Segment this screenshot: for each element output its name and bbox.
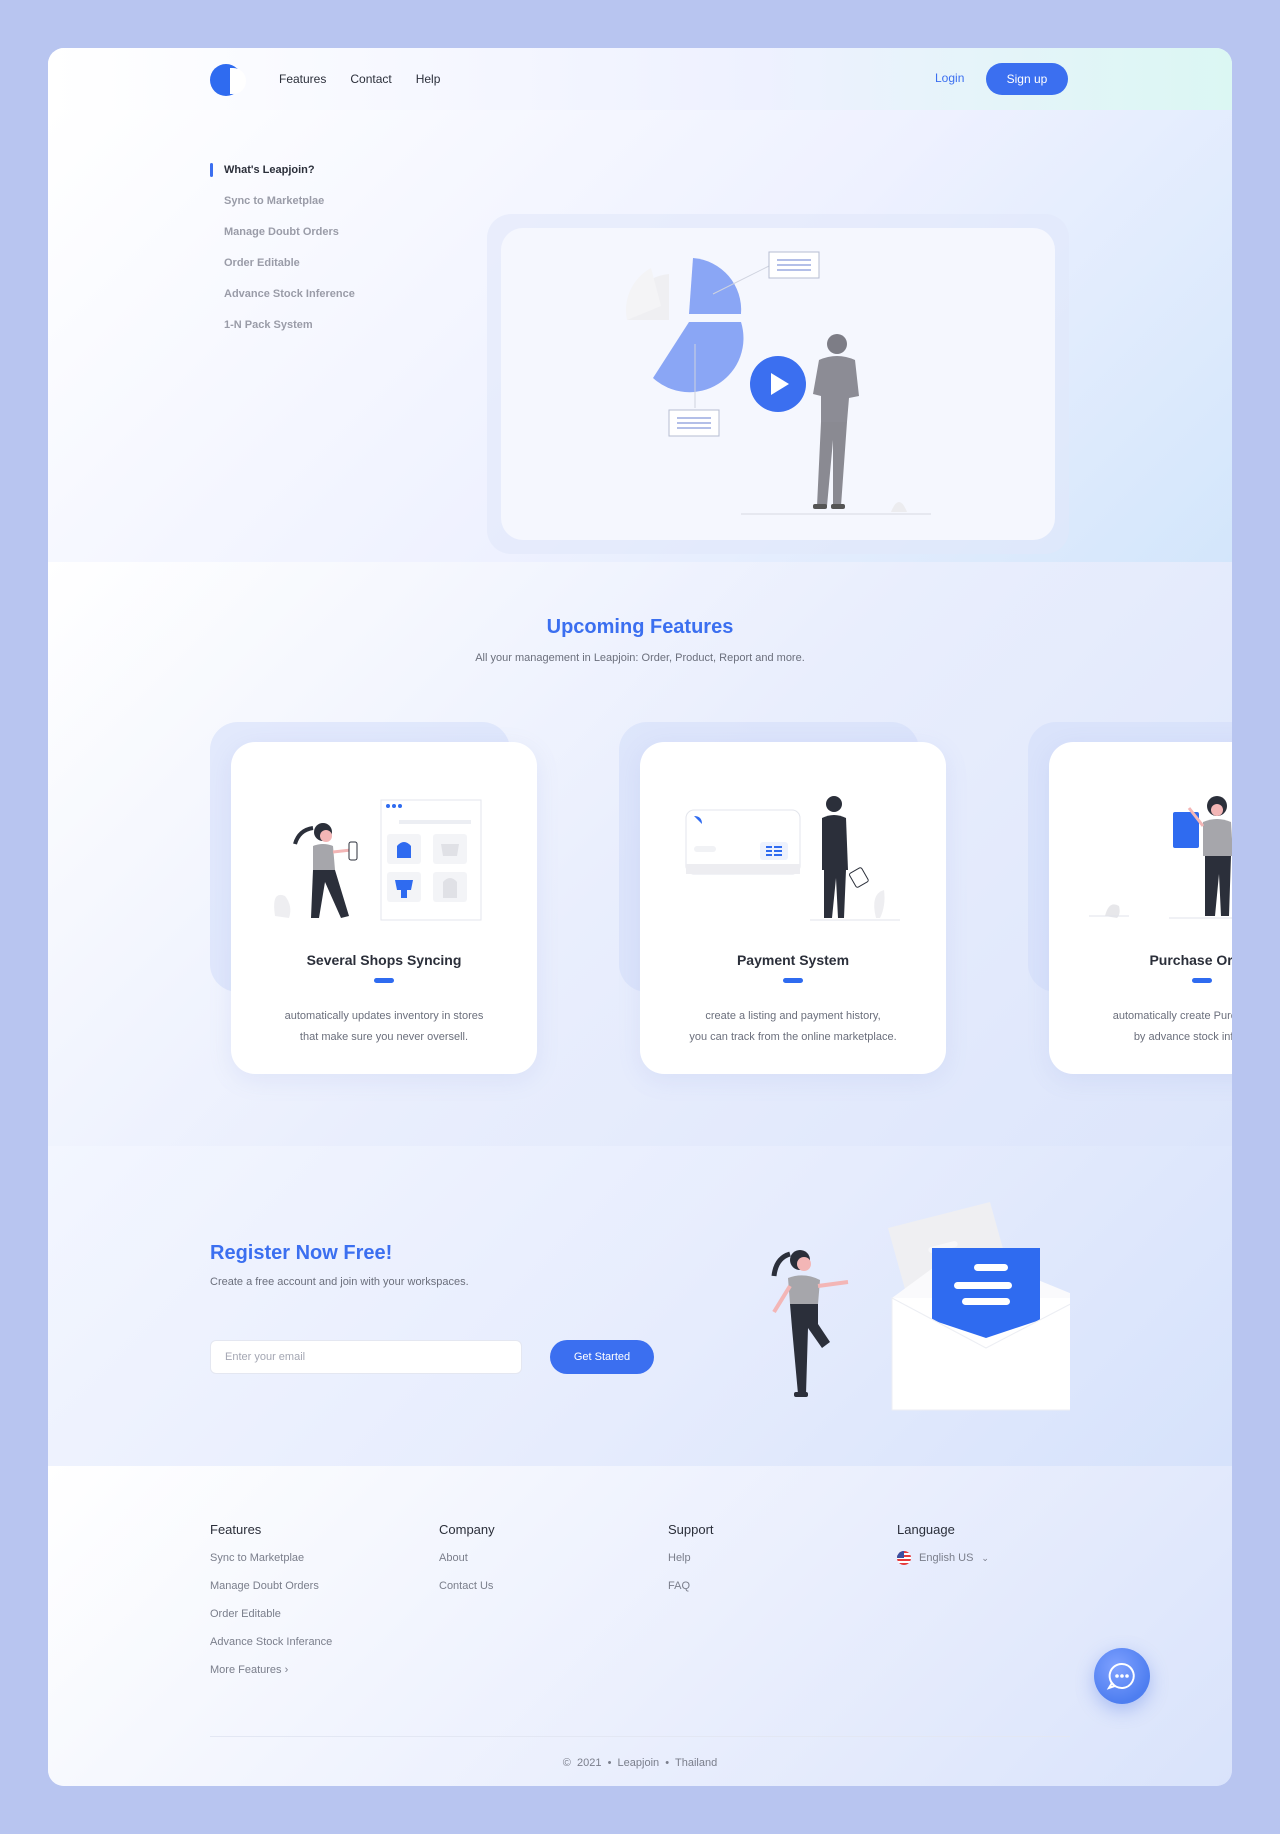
footer-link-manage-doubt-orders[interactable]: Manage Doubt Orders xyxy=(210,1579,332,1607)
footer-heading: Company xyxy=(439,1522,495,1537)
footer-link-sync-marketplace[interactable]: Sync to Marketplae xyxy=(210,1551,332,1579)
email-input[interactable] xyxy=(210,1340,522,1374)
shops-syncing-illustration xyxy=(274,799,482,921)
footer-link-order-editable[interactable]: Order Editable xyxy=(210,1607,332,1635)
get-started-button[interactable]: Get Started xyxy=(550,1340,654,1374)
card-title: Purchase Order xyxy=(1149,952,1232,968)
signup-button[interactable]: Sign up xyxy=(986,63,1068,95)
feature-card-shops-syncing[interactable]: Several Shops Syncing automatically upda… xyxy=(231,742,537,1074)
copyright: © 2021 • Leapjoin • Thailand xyxy=(562,1757,718,1769)
page: Features Contact Help Login Sign up What… xyxy=(48,48,1232,1786)
chat-bubble-icon xyxy=(1106,1662,1135,1690)
register-title: Register Now Free! xyxy=(210,1242,393,1264)
register-section: Register Now Free! Create a free account… xyxy=(48,1146,1232,1466)
footer-heading: Features xyxy=(210,1522,262,1537)
us-flag-icon xyxy=(897,1551,911,1565)
register-subtitle: Create a free account and join with your… xyxy=(210,1276,469,1288)
chevron-right-icon: › xyxy=(284,1664,289,1676)
nav-help[interactable]: Help xyxy=(416,72,441,86)
video-player[interactable] xyxy=(501,228,1055,540)
chat-button[interactable] xyxy=(1094,1648,1150,1704)
footer-link-advance-stock[interactable]: Advance Stock Inferance xyxy=(210,1635,332,1663)
copyright-icon: © xyxy=(562,1757,571,1769)
card-accent-bar xyxy=(374,978,394,983)
toc-item-sync-marketplace[interactable]: Sync to Marketplae xyxy=(210,194,355,225)
footer-heading: Support xyxy=(668,1522,714,1537)
register-illustration xyxy=(771,1202,1070,1411)
top-navbar: Features Contact Help Login Sign up xyxy=(48,48,1232,110)
footer-link-more-features[interactable]: More Features › xyxy=(210,1663,332,1691)
card-accent-bar xyxy=(1192,978,1212,983)
upcoming-features-section: Upcoming Features All your management in… xyxy=(48,562,1232,1146)
toc-item-manage-doubt-orders[interactable]: Manage Doubt Orders xyxy=(210,225,355,256)
card-description: automatically create Purchase Order by a… xyxy=(1112,1010,1232,1043)
payment-system-illustration xyxy=(685,796,900,921)
footer-link-about[interactable]: About xyxy=(439,1551,495,1579)
toc-item-order-editable[interactable]: Order Editable xyxy=(210,256,355,287)
section-subtitle: All your management in Leapjoin: Order, … xyxy=(475,652,805,664)
main-nav: Features Contact Help xyxy=(279,72,440,86)
toc-item-pack-system[interactable]: 1-N Pack System xyxy=(210,318,355,349)
hero-section: What's Leapjoin? Sync to Marketplae Mana… xyxy=(48,110,1232,562)
footer-link-faq[interactable]: FAQ xyxy=(668,1579,714,1607)
footer: Features Sync to Marketplae Manage Doubt… xyxy=(48,1466,1232,1786)
section-title: Upcoming Features xyxy=(546,616,734,638)
nav-features[interactable]: Features xyxy=(279,72,326,86)
card-title: Several Shops Syncing xyxy=(306,952,462,968)
purchase-order-illustration xyxy=(1089,796,1232,919)
login-link[interactable]: Login xyxy=(935,71,964,85)
nav-contact[interactable]: Contact xyxy=(350,72,391,86)
play-icon[interactable] xyxy=(750,356,806,412)
toc-item-advance-stock[interactable]: Advance Stock Inference xyxy=(210,287,355,318)
footer-language-column: Language English US ⌄ xyxy=(897,1522,989,1565)
language-selected: English US xyxy=(919,1552,974,1564)
footer-company-column: Company About Contact Us xyxy=(439,1522,495,1607)
footer-divider xyxy=(210,1736,1070,1737)
footer-support-column: Support Help FAQ xyxy=(668,1522,714,1607)
card-accent-bar xyxy=(783,978,803,983)
card-description: automatically updates inventory in store… xyxy=(284,1010,484,1043)
feature-toc: What's Leapjoin? Sync to Marketplae Mana… xyxy=(210,163,355,349)
logo-icon[interactable] xyxy=(210,64,246,96)
footer-link-help[interactable]: Help xyxy=(668,1551,714,1579)
feature-card-purchase-order[interactable]: Purchase Order automatically create Purc… xyxy=(1049,742,1232,1074)
language-select[interactable]: English US ⌄ xyxy=(897,1551,989,1565)
toc-item-whats-leapjoin[interactable]: What's Leapjoin? xyxy=(210,163,355,194)
card-description: create a listing and payment history, yo… xyxy=(689,1010,897,1043)
chevron-down-icon: ⌄ xyxy=(981,1552,989,1563)
card-title: Payment System xyxy=(736,952,850,968)
footer-features-column: Features Sync to Marketplae Manage Doubt… xyxy=(210,1522,332,1691)
footer-link-contact-us[interactable]: Contact Us xyxy=(439,1579,495,1607)
footer-heading: Language xyxy=(897,1522,955,1537)
hero-illustration xyxy=(625,251,931,515)
feature-card-payment-system[interactable]: Payment System create a listing and paym… xyxy=(640,742,946,1074)
